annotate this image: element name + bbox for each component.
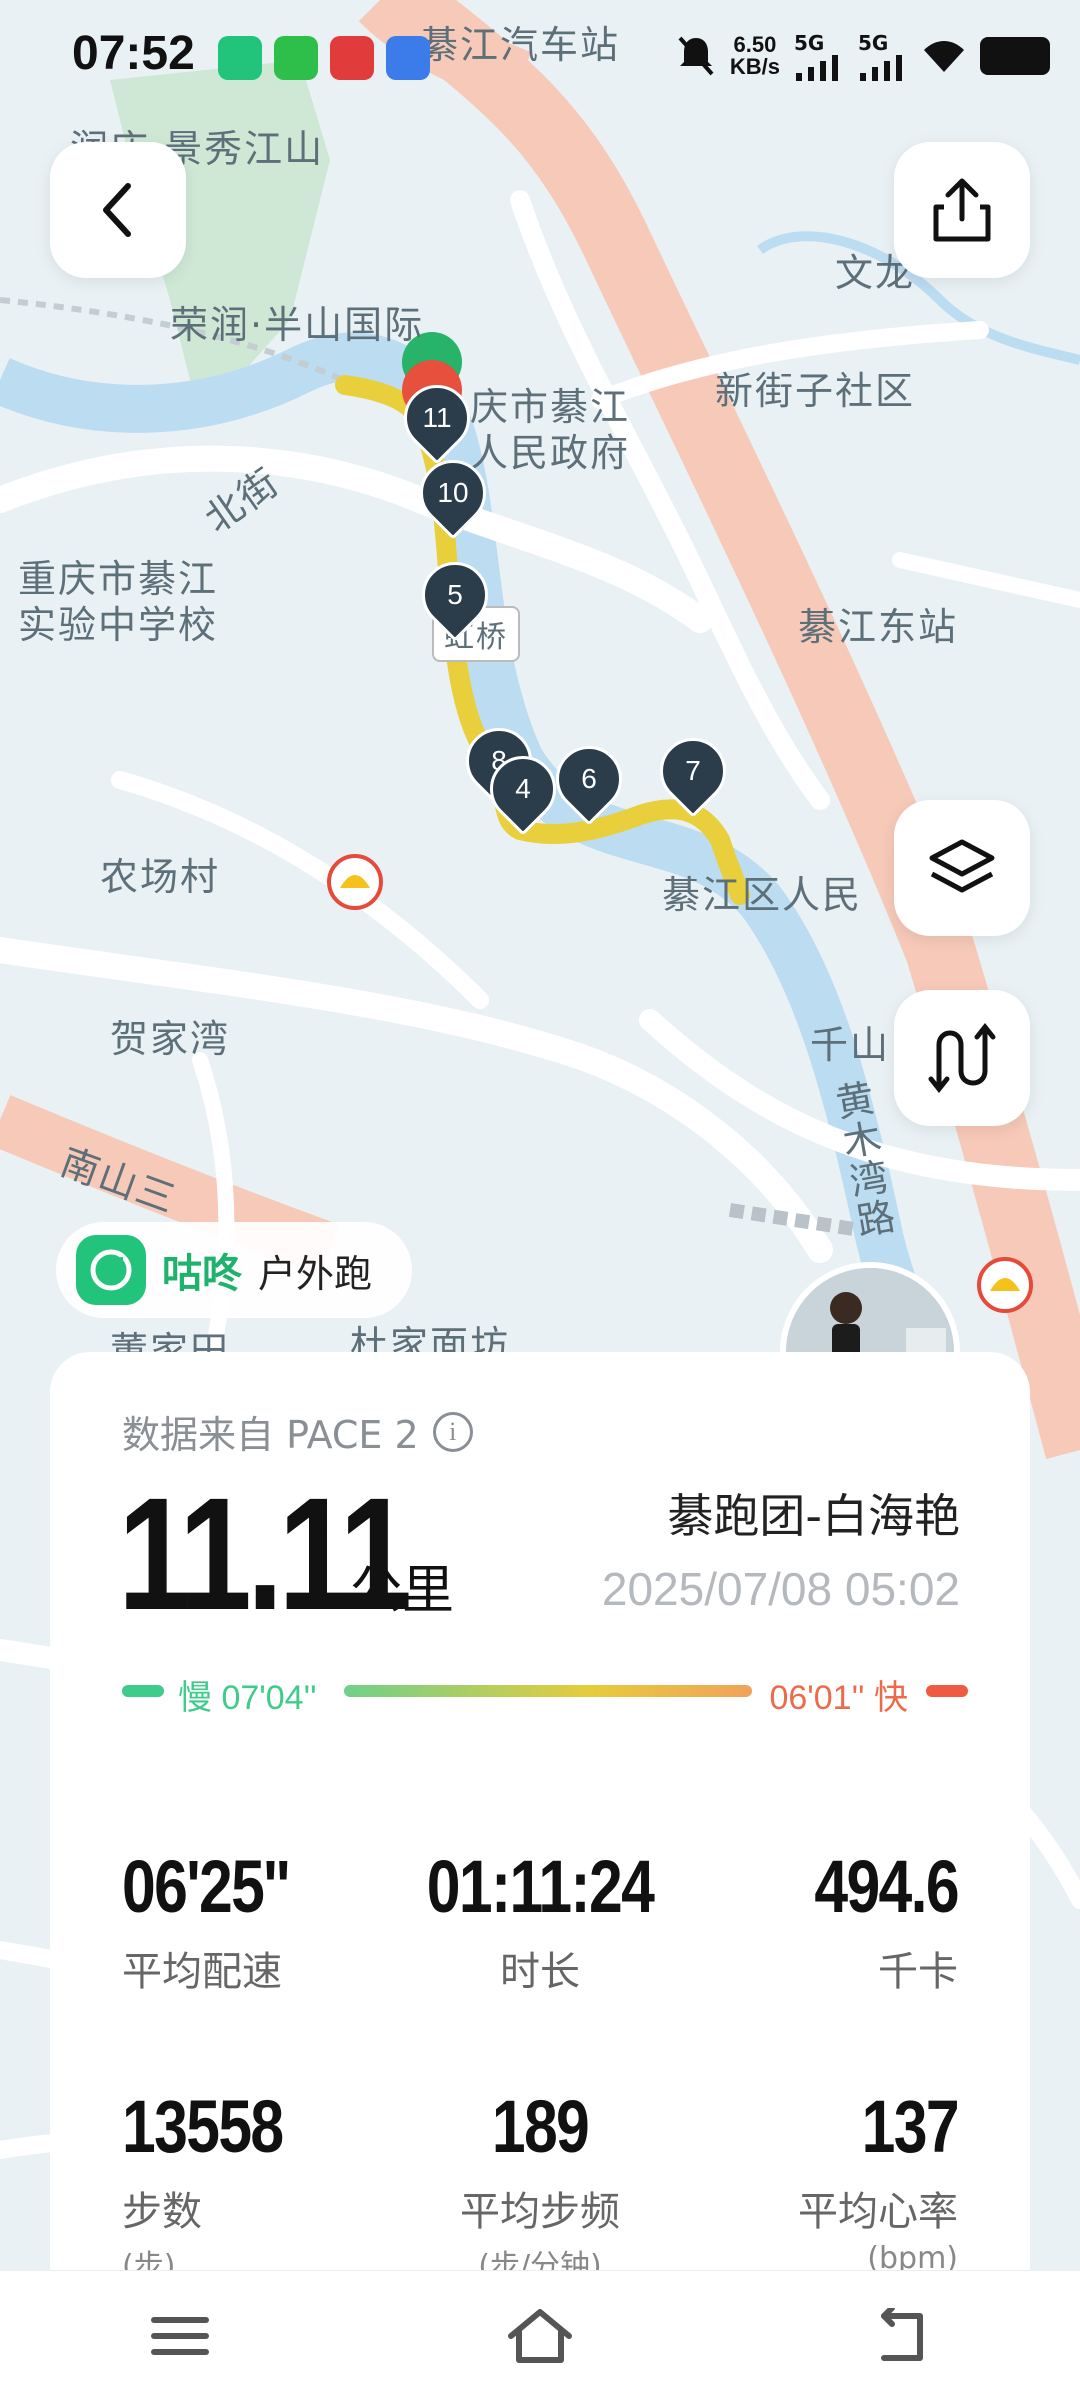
fast-pace-swatch [926, 1685, 968, 1697]
layers-icon [929, 839, 995, 893]
share-icon [933, 178, 991, 242]
map-label: 綦江区人民 [662, 873, 863, 917]
pace-gradient [344, 1685, 752, 1697]
status-bar: 07:52 6.50 KB/s 5G 5G [0, 0, 1080, 110]
map-label: 农场村 [100, 855, 221, 899]
pace-legend: 慢 07'04'' 06'01'' 快 [122, 1670, 968, 1717]
stat-avg-pace: 06'25'' 平均配速 [122, 1845, 290, 1995]
back-nav-button[interactable] [840, 2286, 960, 2386]
status-time: 07:52 [72, 27, 195, 80]
menu-button[interactable] [120, 2286, 240, 2386]
home-icon [508, 2308, 572, 2363]
back-arrow-icon [881, 2307, 923, 2361]
stat-cadence: 189 平均步频 (步/分钟) [460, 2085, 620, 2284]
wifi-icon [924, 41, 964, 72]
menu-icon [151, 2316, 209, 2355]
activity-mode: 户外跑 [258, 1251, 373, 1296]
signal-bars-icon [796, 55, 838, 81]
system-nav-bar [0, 2270, 1080, 2400]
wechat-icon [274, 36, 318, 80]
stat-duration: 01:11:24 时长 [426, 1845, 655, 1995]
info-icon[interactable]: i [432, 1411, 473, 1452]
gas-station-icon [327, 854, 383, 910]
distance-unit: 公里 [350, 1561, 455, 1621]
signal-5g-1: 5G [794, 31, 844, 81]
back-button[interactable] [50, 142, 186, 278]
map-label: 荣润·半山国际 [170, 303, 425, 347]
battery-icon [980, 37, 1050, 75]
route-trend-button[interactable] [894, 990, 1030, 1126]
chevron-left-icon [103, 183, 131, 237]
gudong-logo-icon [76, 1235, 146, 1305]
map-label: 实验中学校 [18, 603, 219, 647]
map-layers-button[interactable] [894, 800, 1030, 936]
slow-pace-swatch [122, 1685, 164, 1697]
map-label: 新街子社区 [715, 369, 916, 413]
network-speed: 6.50 KB/s [729, 32, 780, 79]
stat-heart-rate: 137 平均心率 (bpm) [798, 2085, 960, 2276]
signal-5g-2: 5G [858, 31, 908, 81]
map-label: 贺家湾 [110, 1017, 231, 1061]
stat-calories: 494.6 千卡 [814, 1845, 959, 1995]
brand-chip: 咕咚 户外跑 [56, 1222, 413, 1318]
route-curve-icon [928, 1023, 996, 1093]
home-button[interactable] [480, 2286, 600, 2386]
gudong-icon [218, 36, 262, 80]
summary-card: 数据来自 PACE 2 i 11.11 公里 綦跑团-白海艳 2025/07/0… [50, 1352, 1030, 2400]
signal-bars-icon [860, 55, 902, 81]
browser-icon [386, 36, 430, 80]
map-label: 千山 [810, 1023, 891, 1067]
jd-618-icon [330, 36, 374, 80]
run-datetime: 2025/07/08 05:02 [601, 1563, 960, 1615]
stat-steps: 13558 步数 (步) [122, 2085, 284, 2284]
data-source: 数据来自 PACE 2 i [122, 1404, 473, 1459]
map-label: 綦江东站 [798, 605, 959, 649]
mute-bell-icon [678, 36, 714, 76]
fast-pace-label: 06'01'' 快 [769, 1679, 908, 1717]
map-label: 人民政府 [470, 431, 631, 475]
runner-name: 綦跑团-白海艳 [667, 1489, 960, 1543]
slow-pace-label: 慢 07'04'' [178, 1679, 317, 1717]
status-right: 6.50 KB/s 5G 5G [676, 28, 1050, 84]
gas-station-icon [977, 1257, 1033, 1313]
brand-name: 咕咚 [162, 1251, 242, 1297]
share-button[interactable] [894, 142, 1030, 278]
